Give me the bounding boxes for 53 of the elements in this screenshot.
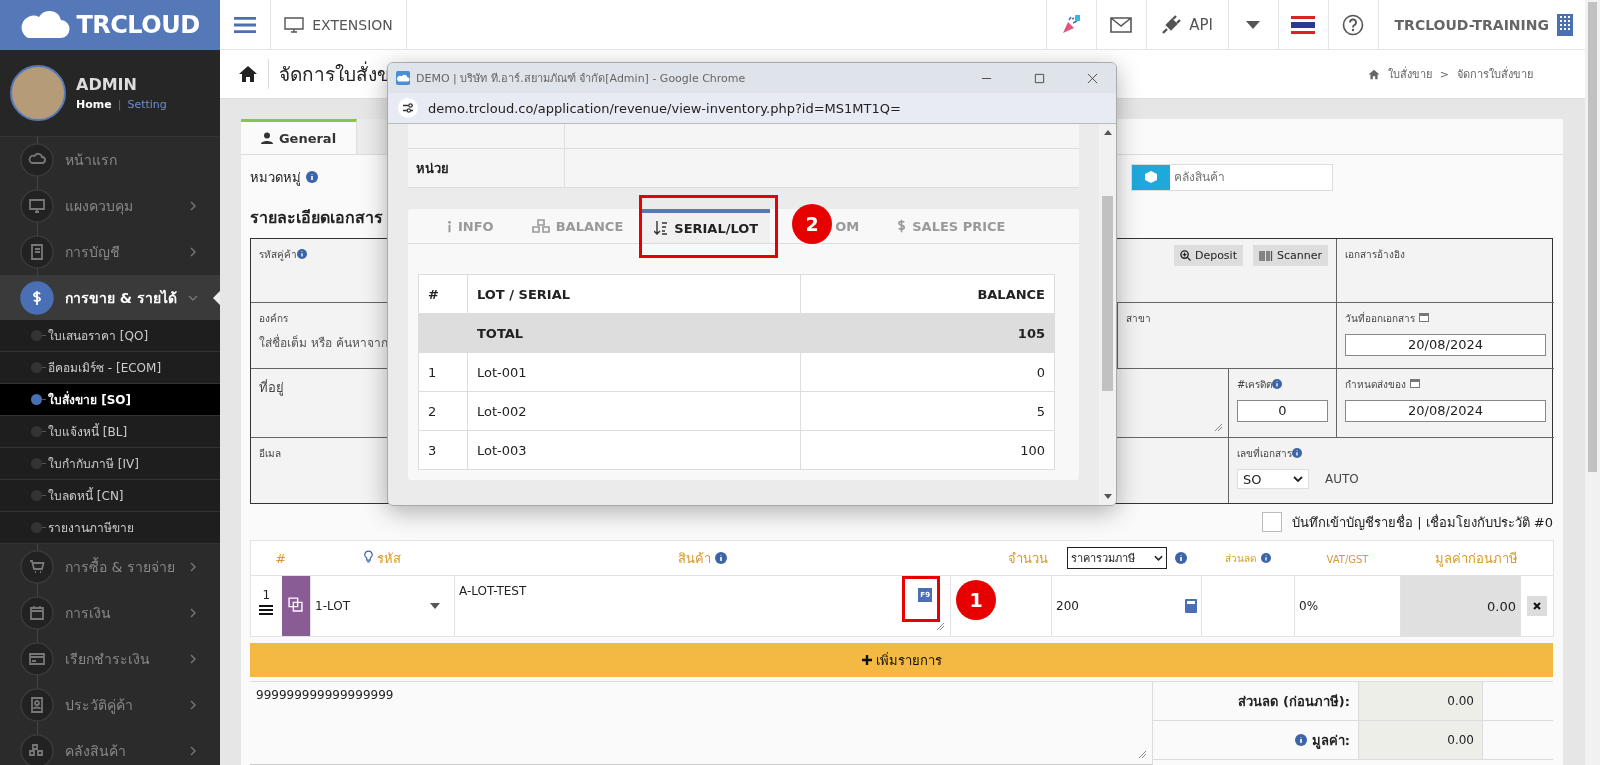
table-cell: 3 <box>418 430 468 470</box>
auto-label: AUTO <box>1325 472 1359 486</box>
checkbox-label: บันทึกเข้าบัญชีรายชื่อ | เชื่อมโยงกับประวัติ #0 <box>1292 513 1553 532</box>
field-label: #เครดิต <box>1237 379 1273 390</box>
summary-label: ส่วนลด (ก่อนภาษี): <box>1238 692 1350 711</box>
summary-value: 0.00 <box>1359 682 1482 720</box>
summary-value: 0.00 <box>1359 721 1482 759</box>
category-label: หมวดหมู่ <box>250 168 301 188</box>
column-header: VAT/GST <box>1326 553 1369 565</box>
table-cell: Lot-001 <box>467 352 801 392</box>
quantity-value: 200 <box>1056 599 1079 613</box>
field-label: ที่อยู่ <box>259 380 284 395</box>
table-cell: 100 <box>800 430 1055 470</box>
table-cell: A-LOT-TEST <box>459 584 527 598</box>
column-header: มูลค่าก่อนภาษี <box>1435 550 1519 566</box>
section-title: รายละเอียดเอกสาร <box>250 207 383 229</box>
field-label: หน่วย <box>416 159 449 178</box>
table-cell: 1-LOT <box>315 599 350 613</box>
window-title: DEMO | บริษัท ที.อาร์.สยามภัณฑ์ จำกัด[Admin] - Google Chrome <box>416 71 747 87</box>
column-header: ส่วนลด <box>1225 553 1257 564</box>
breadcrumb-separator: > <box>1439 67 1449 81</box>
field-label: เลขที่เอกสาร <box>1237 448 1292 459</box>
table-cell: 1 <box>418 352 468 392</box>
column-header: สินค้า <box>677 550 711 566</box>
column-header: LOT / SERIAL <box>467 274 801 314</box>
row-number: 1 <box>262 588 271 602</box>
field-label: อีเมล <box>259 448 281 459</box>
field-label: วันที่ออกเอกสาร <box>1345 313 1415 324</box>
table-cell: 5 <box>800 391 1055 431</box>
field-label: สาขา <box>1126 313 1151 324</box>
table-cell: 2 <box>418 391 468 431</box>
column-header: # <box>418 274 468 314</box>
step-marker: 2 <box>792 204 833 244</box>
table-cell: Lot-002 <box>467 391 801 431</box>
table-cell: 0 <box>800 352 1055 392</box>
column-header: BALANCE <box>800 274 1055 314</box>
link-separator: | <box>117 98 122 111</box>
total-value: 105 <box>800 313 1055 353</box>
logo-text: TRCLOUD <box>76 11 200 39</box>
column-header: รหัส <box>377 550 402 566</box>
field-label: กำหนดส่งของ <box>1345 379 1406 390</box>
field-label: องค์กร <box>259 313 288 324</box>
table-cell: 0.00 <box>1487 598 1516 614</box>
user-name: ADMIN <box>76 75 138 94</box>
table-cell: 0% <box>1299 599 1319 613</box>
total-label: TOTAL <box>467 313 801 353</box>
field-label: รหัสคู่ค้า <box>259 249 297 260</box>
column-header: # <box>275 550 287 566</box>
summary-label: มูลค่า: <box>1311 731 1350 751</box>
table-cell: Lot-003 <box>467 430 801 470</box>
field-label: เอกสารอ้างอิง <box>1345 249 1405 260</box>
step-marker: 1 <box>956 580 996 620</box>
column-header: จำนวน <box>1007 550 1048 566</box>
